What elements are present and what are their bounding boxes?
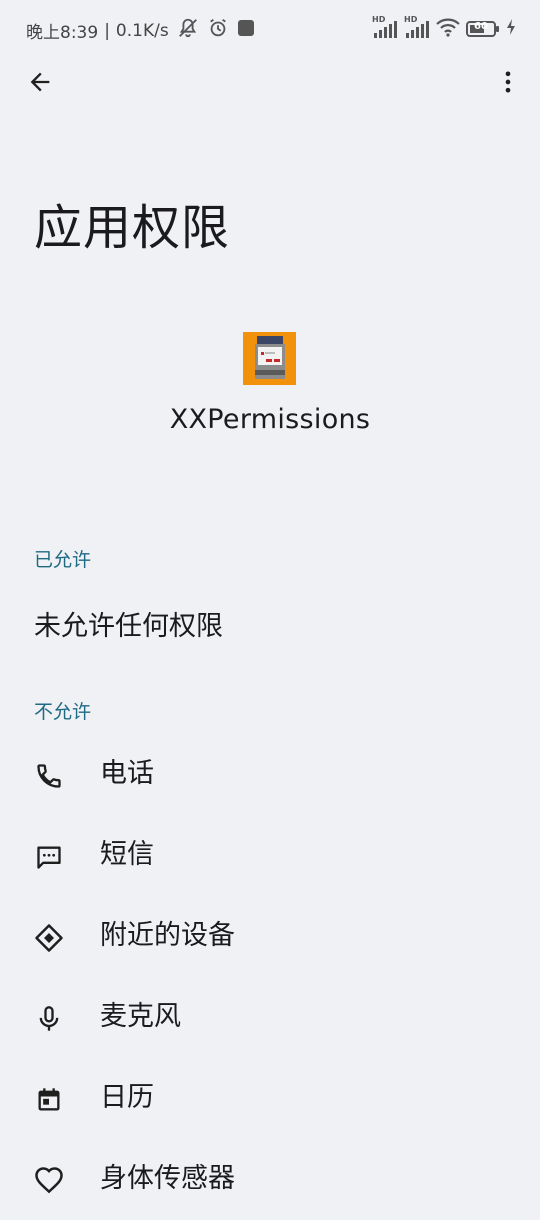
- heart-icon: [34, 1166, 64, 1196]
- sms-icon: [34, 842, 64, 872]
- app-notification-icon: [237, 19, 255, 42]
- allowed-section-header: 已允许: [34, 549, 92, 571]
- permission-row-nearby-devices[interactable]: 附近的设备: [0, 897, 540, 977]
- status-separator: |: [104, 20, 110, 41]
- arrow-back-icon: [30, 72, 50, 92]
- page-title: 应用权限: [34, 200, 231, 256]
- permission-row-body-sensors[interactable]: 身体传感器: [0, 1140, 540, 1220]
- permission-label: 身体传感器: [100, 1163, 235, 1194]
- permission-row-phone[interactable]: 电话: [0, 735, 540, 815]
- permission-label: 附近的设备: [100, 920, 235, 951]
- permission-label: 日历: [100, 1082, 154, 1113]
- signal-hd-1-icon: HD: [372, 15, 398, 39]
- mute-icon: [177, 17, 199, 44]
- back-button[interactable]: [22, 64, 58, 100]
- no-permissions-allowed-text: 未允许任何权限: [34, 611, 223, 642]
- microphone-icon: [34, 1004, 64, 1034]
- denied-section-header: 不允许: [34, 701, 92, 723]
- permission-label: 电话: [100, 758, 154, 789]
- status-left: 晚上8:39 | 0.1K/s: [26, 17, 255, 44]
- calendar-icon: [34, 1085, 64, 1115]
- status-net-speed: 0.1K/s: [115, 20, 169, 41]
- permission-label: 麦克风: [100, 1001, 181, 1032]
- status-bar: 晚上8:39 | 0.1K/s HD HD 60: [0, 0, 540, 58]
- app-icon: [243, 332, 296, 385]
- status-right: HD HD 60: [372, 15, 516, 41]
- status-time: 晚上8:39: [26, 23, 99, 43]
- phone-icon: [34, 761, 64, 791]
- more-vert-icon: [505, 71, 511, 93]
- more-options-button[interactable]: [490, 64, 526, 100]
- wifi-icon: [436, 17, 460, 41]
- signal-hd-2-icon: HD: [404, 15, 430, 39]
- permission-row-calendar[interactable]: 日历: [0, 1059, 540, 1139]
- battery-level: 60: [474, 21, 488, 32]
- permission-label: 短信: [100, 839, 154, 870]
- permission-row-sms[interactable]: 短信: [0, 816, 540, 896]
- charging-icon: [506, 19, 516, 39]
- nearby-devices-icon: [34, 923, 64, 953]
- permission-row-microphone[interactable]: 麦克风: [0, 978, 540, 1058]
- app-name: XXPermissions: [169, 404, 371, 435]
- battery-icon: 60: [466, 20, 500, 38]
- alarm-icon: [207, 17, 229, 44]
